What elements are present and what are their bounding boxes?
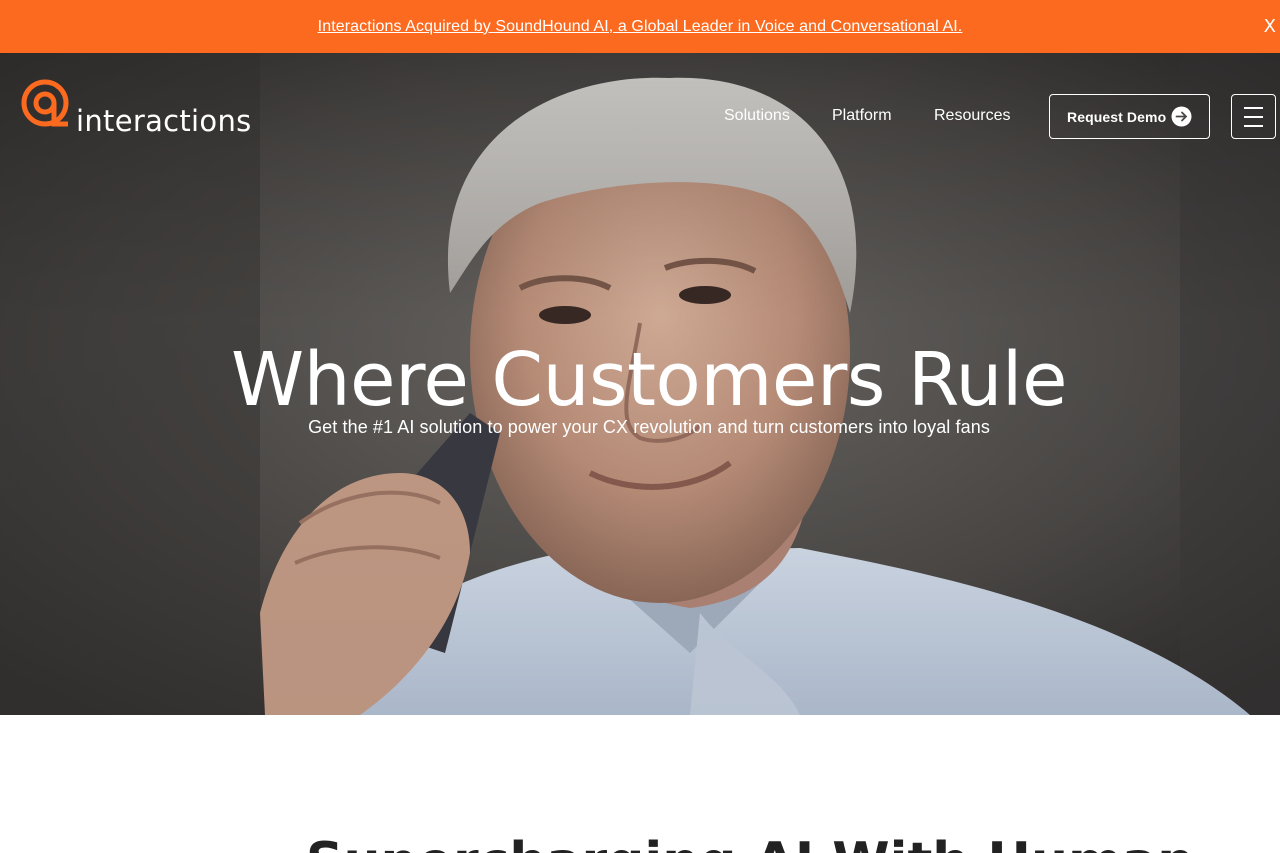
- brand-wordmark[interactable]: interactions: [76, 104, 252, 138]
- hamburger-menu-button[interactable]: [1231, 94, 1276, 139]
- arrow-right-circle-icon: [1171, 106, 1192, 127]
- request-demo-label: Request Demo: [1067, 108, 1167, 125]
- hamburger-line: [1244, 116, 1263, 118]
- hamburger-line: [1244, 125, 1263, 127]
- close-announcement-button[interactable]: X: [1264, 18, 1276, 36]
- section-title: Supercharging AI With Human: [306, 832, 1194, 853]
- announcement-link[interactable]: Interactions Acquired by SoundHound AI, …: [318, 18, 963, 36]
- hero-subtitle: Get the #1 AI solution to power your CX …: [308, 417, 990, 437]
- announcement-bar: Interactions Acquired by SoundHound AI, …: [0, 0, 1280, 53]
- hero-title: Where Customers Rule: [230, 337, 1068, 423]
- hamburger-line: [1244, 107, 1263, 109]
- nav-item-resources[interactable]: Resources: [934, 107, 1010, 125]
- nav-item-solutions[interactable]: Solutions: [724, 107, 790, 125]
- nav-item-platform[interactable]: Platform: [832, 107, 892, 125]
- request-demo-button[interactable]: Request Demo: [1049, 94, 1210, 139]
